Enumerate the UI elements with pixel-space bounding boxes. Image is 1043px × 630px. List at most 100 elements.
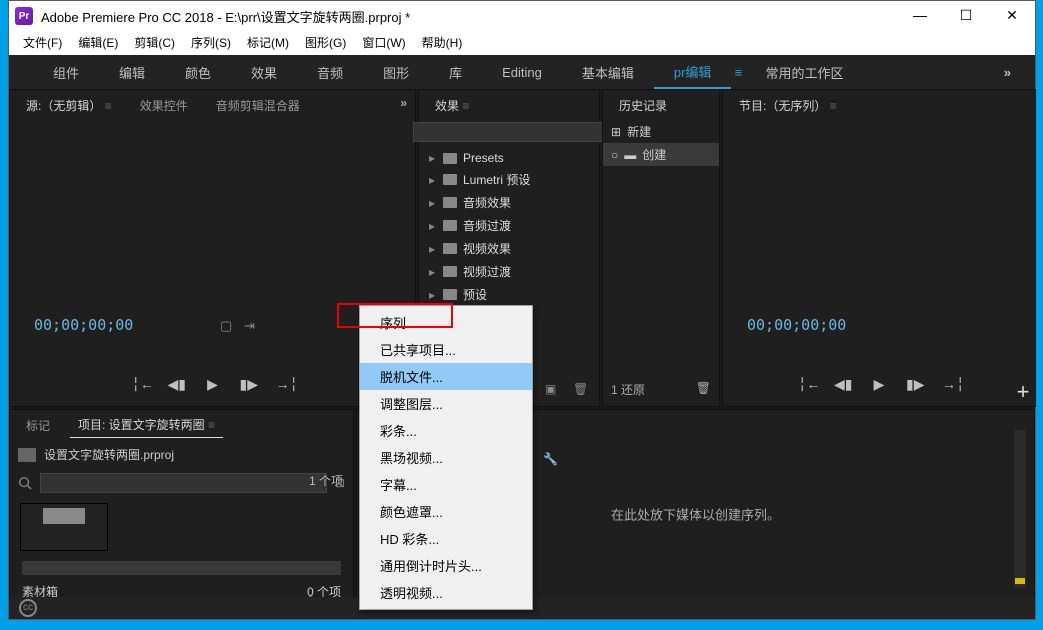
mark-out-icon[interactable]: →╎ [276, 376, 294, 394]
new-icon: ⊞ [611, 125, 621, 139]
ctx-caption[interactable]: 字幕... [360, 471, 532, 498]
context-menu: 序列... 已共享项目... 脱机文件... 调整图层... 彩条... 黑场视… [359, 305, 533, 610]
menu-file[interactable]: 文件(F) [15, 31, 70, 55]
settings-icon[interactable]: 🔧 [543, 452, 558, 466]
mark-out-icon[interactable]: →╎ [942, 376, 960, 394]
timeline-hint: 在此处放下媒体以创建序列。 [611, 505, 780, 524]
menu-sequence[interactable]: 序列(S) [183, 31, 239, 55]
zoom-icon[interactable]: ⇥ [244, 318, 258, 332]
source-transport: ╎← ◀▮ ▶ ▮▶ →╎ [10, 376, 415, 394]
workspace-bar: 组件 编辑 颜色 效果 音频 图形 库 Editing 基本编辑 pr编辑 ≡ … [9, 55, 1035, 89]
audio-meter [1015, 578, 1025, 584]
step-back-icon[interactable]: ◀▮ [168, 376, 186, 394]
tab-program[interactable]: 节目:（无序列） ≡ [731, 93, 845, 118]
cc-icon[interactable]: cc [19, 599, 37, 617]
project-search-input[interactable] [40, 473, 327, 493]
menu-clip[interactable]: 剪辑(C) [126, 31, 183, 55]
ws-tab[interactable]: 音频 [297, 57, 363, 88]
trash-icon[interactable]: 🗑 [696, 381, 711, 398]
fit-icon[interactable]: ▢ [220, 318, 234, 332]
ctx-transparent[interactable]: 透明视频... [360, 579, 532, 606]
tab-audio-mixer[interactable]: 音频剪辑混合器 [208, 93, 308, 118]
ws-tab[interactable]: 组件 [33, 57, 99, 88]
item-count: 1 个项 [309, 472, 343, 489]
panel-overflow-icon[interactable]: » [400, 96, 407, 110]
fx-folder[interactable]: ▸视频效果 [425, 237, 593, 260]
trash-icon[interactable]: 🗑 [573, 382, 589, 398]
step-back-icon[interactable]: ◀▮ [834, 376, 852, 394]
ws-tab[interactable]: 常用的工作区 [745, 57, 863, 88]
ctx-hd-bars[interactable]: HD 彩条... [360, 525, 532, 552]
title-bar: Pr Adobe Premiere Pro CC 2018 - E:\prr\设… [9, 1, 1035, 31]
project-panel: 标记 项目: 设置文字旋转两圈 ≡ 设置文字旋转两圈.prproj ⊡ 1 个项 [9, 409, 354, 619]
ctx-countdown[interactable]: 通用倒计时片头... [360, 552, 532, 579]
ctx-adjust-layer[interactable]: 调整图层... [360, 390, 532, 417]
ws-overflow-icon[interactable]: » [1004, 65, 1011, 80]
tab-markers[interactable]: 标记 [18, 413, 58, 438]
menu-help[interactable]: 帮助(H) [414, 31, 471, 55]
ctx-black-video[interactable]: 黑场视频... [360, 444, 532, 471]
window-title: Adobe Premiere Pro CC 2018 - E:\prr\设置文字… [41, 7, 897, 26]
ws-tab[interactable]: Editing [482, 59, 562, 86]
ws-tab[interactable]: 编辑 [99, 57, 165, 88]
program-timecode[interactable]: 00;00;00;00 [735, 316, 846, 334]
tab-project[interactable]: 项目: 设置文字旋转两圈 ≡ [70, 412, 223, 438]
menu-marker[interactable]: 标记(M) [239, 31, 297, 55]
tab-history[interactable]: 历史记录 [611, 93, 675, 118]
fx-folder[interactable]: ▸音频过渡 [425, 214, 593, 237]
bin-thumb[interactable] [20, 503, 108, 551]
fx-folder[interactable]: ▸Presets [425, 148, 593, 168]
fx-folder[interactable]: ▸预设 [425, 283, 593, 306]
ws-tab[interactable]: 库 [429, 57, 482, 88]
tab-source[interactable]: 源:（无剪辑） ≡ [18, 93, 120, 118]
ws-tab[interactable]: 图形 [363, 57, 429, 88]
minimize-button[interactable]: — [897, 1, 943, 31]
program-panel: 节目:（无序列） ≡ 00;00;00;00 ╎← ◀▮ ▶ ▮▶ →╎ [722, 89, 1036, 407]
project-file-row: 设置文字旋转两圈.prproj [10, 440, 353, 469]
source-timecode[interactable]: 00;00;00;00 [22, 316, 133, 334]
ctx-shared-project[interactable]: 已共享项目... [360, 336, 532, 363]
radio-icon: ○ [611, 148, 618, 162]
add-button[interactable]: + [1011, 379, 1035, 403]
search-icon [18, 476, 32, 490]
menu-bar: 文件(F) 编辑(E) 剪辑(C) 序列(S) 标记(M) 图形(G) 窗口(W… [9, 31, 1035, 55]
fx-folder[interactable]: ▸音频效果 [425, 191, 593, 214]
ws-tab[interactable]: 颜色 [165, 57, 231, 88]
step-fwd-icon[interactable]: ▮▶ [240, 376, 258, 394]
mark-in-icon[interactable]: ╎← [798, 376, 816, 394]
history-item[interactable]: ○▬创建 [603, 143, 719, 166]
fx-folder[interactable]: ▸视频过渡 [425, 260, 593, 283]
menu-graphics[interactable]: 图形(G) [297, 31, 354, 55]
play-icon[interactable]: ▶ [870, 376, 888, 394]
step-fwd-icon[interactable]: ▮▶ [906, 376, 924, 394]
mark-in-icon[interactable]: ╎← [132, 376, 150, 394]
bin-row[interactable] [20, 557, 343, 579]
ctx-color-matte[interactable]: 颜色遮罩... [360, 498, 532, 525]
tab-effect-controls[interactable]: 效果控件 [132, 93, 196, 118]
program-transport: ╎← ◀▮ ▶ ▮▶ →╎ [723, 376, 1035, 394]
project-icon [18, 448, 36, 462]
undo-count: 1 还原 [611, 381, 645, 398]
timeline-scrollbar[interactable] [1014, 430, 1026, 588]
effects-search-input[interactable] [413, 122, 606, 142]
ctx-sequence[interactable]: 序列... [360, 309, 532, 336]
play-icon[interactable]: ▶ [204, 376, 222, 394]
ws-tab[interactable]: 效果 [231, 57, 297, 88]
app-icon: Pr [15, 7, 33, 25]
history-item[interactable]: ⊞新建 [603, 120, 719, 143]
ws-sep-icon: ≡ [731, 65, 745, 80]
ws-tab[interactable]: 基本编辑 [562, 57, 654, 88]
new-bin-icon[interactable]: ▣ [545, 382, 561, 398]
fx-folder[interactable]: ▸Lumetri 预设 [425, 168, 593, 191]
maximize-button[interactable]: ☐ [943, 1, 989, 31]
ws-tab-active[interactable]: pr编辑 [654, 56, 732, 89]
folder-icon: ▬ [624, 148, 636, 162]
tab-effects[interactable]: 效果 ≡ [427, 93, 477, 118]
menu-window[interactable]: 窗口(W) [354, 31, 413, 55]
ctx-bars[interactable]: 彩条... [360, 417, 532, 444]
ctx-offline-file[interactable]: 脱机文件... [360, 363, 532, 390]
close-button[interactable]: ✕ [989, 1, 1035, 31]
menu-edit[interactable]: 编辑(E) [70, 31, 126, 55]
source-panel: 源:（无剪辑） ≡ 效果控件 音频剪辑混合器 » 00;00;00;00 ▢ ⇥… [9, 89, 416, 407]
history-panel: 历史记录 ⊞新建 ○▬创建 1 还原 🗑 [602, 89, 720, 407]
